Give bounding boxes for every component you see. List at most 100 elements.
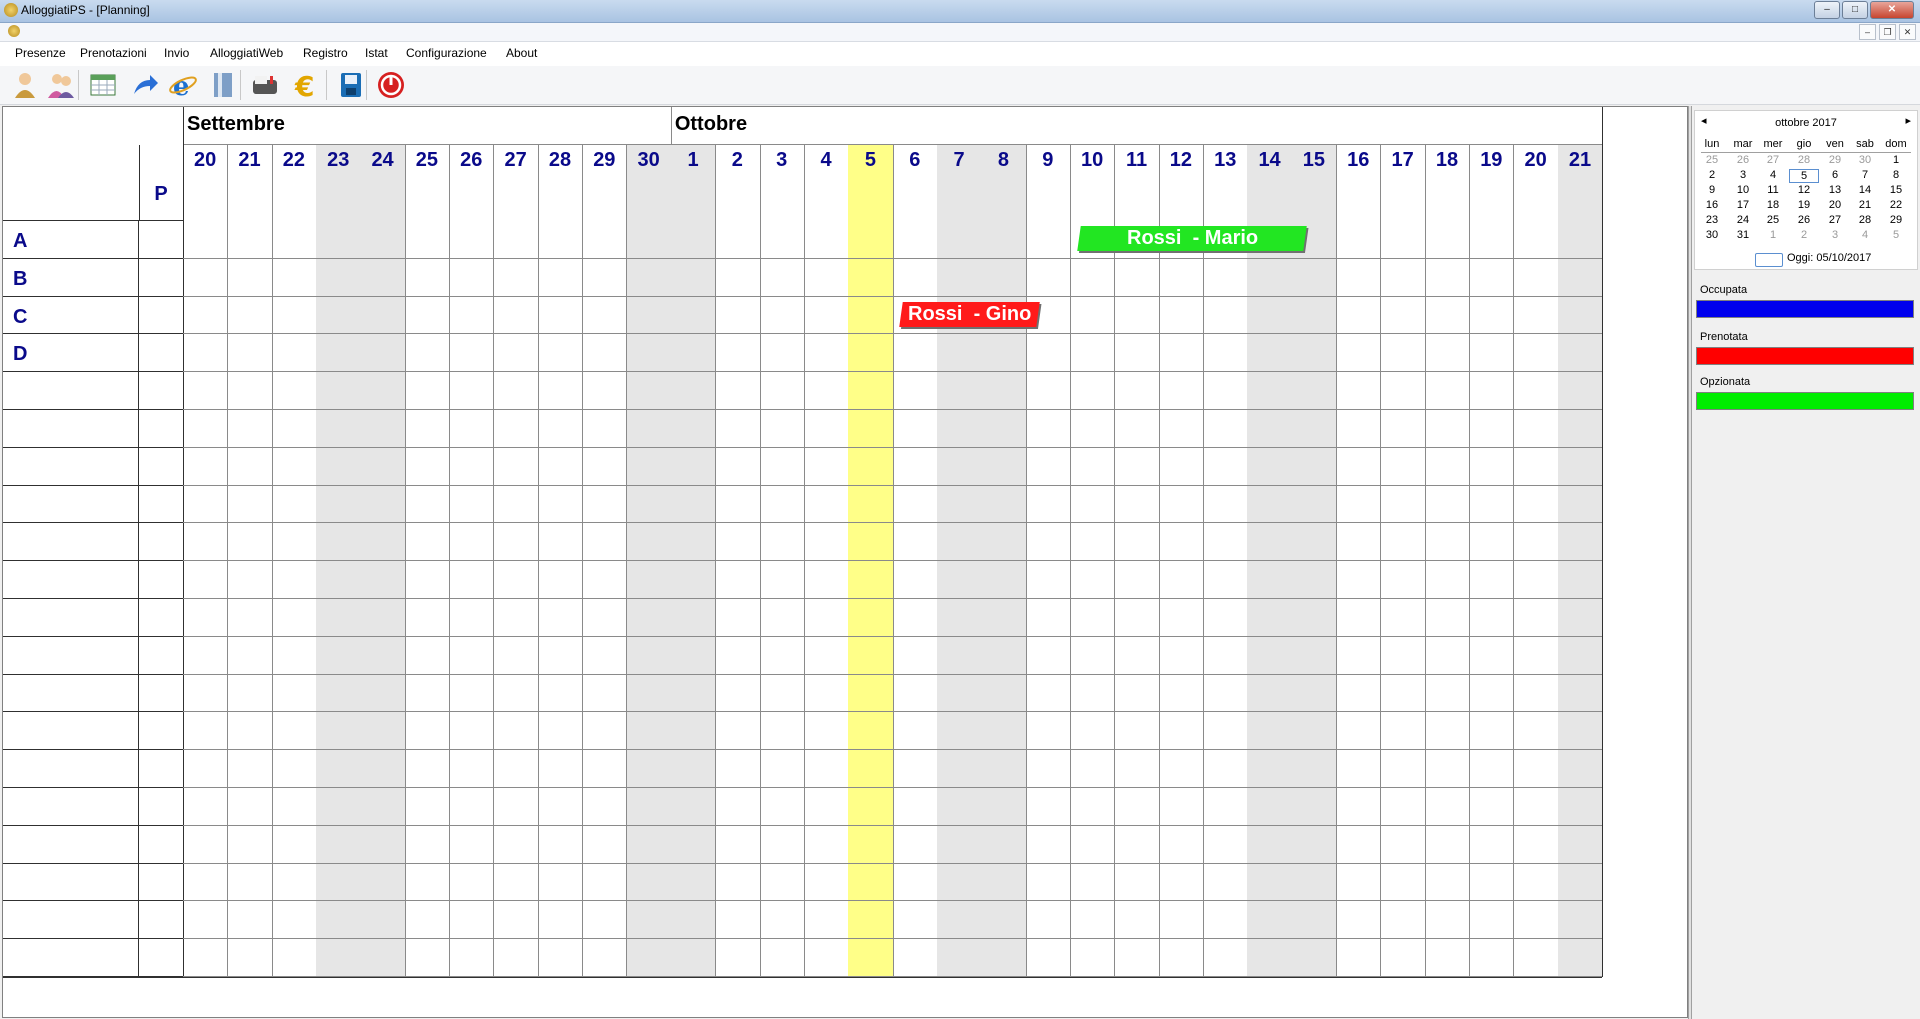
room-name-cell[interactable] (3, 750, 139, 788)
calendar-day[interactable]: 5 (1881, 229, 1911, 241)
day-number[interactable]: 29 (582, 149, 626, 172)
calendar-day[interactable]: 25 (1758, 214, 1788, 226)
calendar-day[interactable]: 27 (1758, 154, 1788, 166)
calendar-day[interactable]: 30 (1850, 154, 1880, 166)
calendar-day[interactable]: 3 (1820, 229, 1850, 241)
room-name-cell[interactable] (3, 674, 139, 713)
day-number[interactable]: 10 (1070, 149, 1114, 172)
room-name-cell[interactable] (3, 561, 139, 599)
calendar-day[interactable]: 20 (1820, 199, 1850, 211)
day-number[interactable]: 1 (671, 149, 715, 172)
day-number[interactable]: 24 (360, 149, 404, 172)
people-count-cell[interactable] (139, 561, 184, 599)
day-number[interactable]: 7 (937, 149, 981, 172)
calendar-day[interactable]: 4 (1758, 169, 1788, 181)
day-number[interactable]: 28 (538, 149, 582, 172)
people-count-cell[interactable] (139, 410, 184, 448)
people-count-cell[interactable] (139, 825, 184, 864)
day-number[interactable]: 9 (1026, 149, 1070, 172)
room-name-cell[interactable] (3, 825, 139, 864)
day-number[interactable]: 22 (272, 149, 316, 172)
calendar-day[interactable]: 19 (1789, 199, 1819, 211)
day-number[interactable]: 16 (1336, 149, 1380, 172)
calendar-day[interactable]: 2 (1789, 229, 1819, 241)
calendar-day[interactable]: 12 (1789, 184, 1819, 196)
people-count-cell[interactable] (139, 523, 184, 562)
room-name-cell[interactable] (3, 485, 139, 524)
calendar-day[interactable]: 26 (1728, 154, 1758, 166)
room-name-cell[interactable] (3, 788, 139, 826)
calendar-day[interactable]: 5 (1789, 169, 1819, 183)
day-number[interactable]: 19 (1469, 149, 1513, 172)
calendar-title[interactable]: ottobre 2017 (1695, 117, 1917, 129)
calendar-day[interactable]: 3 (1728, 169, 1758, 181)
menu-registro[interactable]: Registro (303, 46, 348, 60)
calendar-day[interactable]: 7 (1850, 169, 1880, 181)
calendar-day[interactable]: 13 (1820, 184, 1850, 196)
maximize-button[interactable]: □ (1842, 1, 1868, 19)
register-book-icon[interactable] (206, 68, 240, 102)
day-number[interactable]: 12 (1159, 149, 1203, 172)
room-name-cell[interactable] (3, 939, 139, 977)
menu-presenze[interactable]: Presenze (15, 46, 66, 60)
day-number[interactable]: 20 (183, 149, 227, 172)
room-name-cell[interactable] (3, 523, 139, 562)
room-name-cell[interactable] (3, 712, 139, 751)
day-number[interactable]: 23 (316, 149, 360, 172)
calendar-day[interactable]: 28 (1789, 154, 1819, 166)
room-name-cell[interactable] (3, 863, 139, 902)
booking-bar[interactable]: Rossi - Gino (899, 301, 1041, 327)
spreadsheet-icon[interactable] (86, 68, 120, 102)
people-count-cell[interactable] (139, 788, 184, 826)
day-number[interactable]: 27 (493, 149, 537, 172)
calendar-day[interactable]: 17 (1728, 199, 1758, 211)
people-count-cell[interactable] (139, 712, 184, 751)
minimize-button[interactable]: – (1814, 1, 1840, 19)
day-number[interactable]: 17 (1380, 149, 1424, 172)
room-name-cell[interactable] (3, 447, 139, 486)
menu-prenotazioni[interactable]: Prenotazioni (80, 46, 147, 60)
day-number[interactable]: 15 (1292, 149, 1336, 172)
calendar-day[interactable]: 22 (1881, 199, 1911, 211)
people-count-cell[interactable] (139, 296, 184, 335)
day-number[interactable]: 2 (715, 149, 759, 172)
room-name-cell[interactable] (3, 410, 139, 448)
guest-icon[interactable] (8, 68, 42, 102)
calendar-day[interactable]: 4 (1850, 229, 1880, 241)
calendar-day[interactable]: 8 (1881, 169, 1911, 181)
people-count-cell[interactable] (139, 372, 184, 410)
calendar-day[interactable]: 1 (1758, 229, 1788, 241)
calendar-day[interactable]: 23 (1697, 214, 1727, 226)
splitter[interactable] (1688, 106, 1692, 1019)
people-count-cell[interactable] (139, 750, 184, 788)
day-number[interactable]: 3 (760, 149, 804, 172)
menu-about[interactable]: About (506, 46, 537, 60)
room-name-cell[interactable] (3, 372, 139, 410)
power-icon[interactable] (374, 68, 408, 102)
people-count-cell[interactable] (139, 221, 184, 259)
people-count-cell[interactable] (139, 674, 184, 713)
child-minimize-button[interactable]: – (1859, 24, 1876, 40)
calendar-day[interactable]: 14 (1850, 184, 1880, 196)
calendar-day[interactable]: 28 (1850, 214, 1880, 226)
child-restore-button[interactable]: ❐ (1879, 24, 1896, 40)
day-number[interactable]: 26 (449, 149, 493, 172)
save-disk-icon[interactable] (334, 68, 368, 102)
euro-icon[interactable]: € (290, 68, 324, 102)
day-number[interactable]: 30 (627, 149, 671, 172)
calendar-day[interactable]: 21 (1850, 199, 1880, 211)
calendar-day[interactable]: 30 (1697, 229, 1727, 241)
day-number[interactable]: 5 (848, 149, 892, 172)
people-count-cell[interactable] (139, 939, 184, 977)
day-number[interactable]: 4 (804, 149, 848, 172)
day-number[interactable]: 20 (1514, 149, 1558, 172)
child-close-button[interactable]: ✕ (1899, 24, 1916, 40)
day-number[interactable]: 14 (1247, 149, 1291, 172)
close-button[interactable]: ✕ (1870, 1, 1914, 19)
people-count-cell[interactable] (139, 901, 184, 940)
calendar-day[interactable]: 27 (1820, 214, 1850, 226)
menu-invio[interactable]: Invio (164, 46, 189, 60)
people-count-cell[interactable] (139, 258, 184, 297)
day-number[interactable]: 18 (1425, 149, 1469, 172)
people-count-cell[interactable] (139, 447, 184, 486)
